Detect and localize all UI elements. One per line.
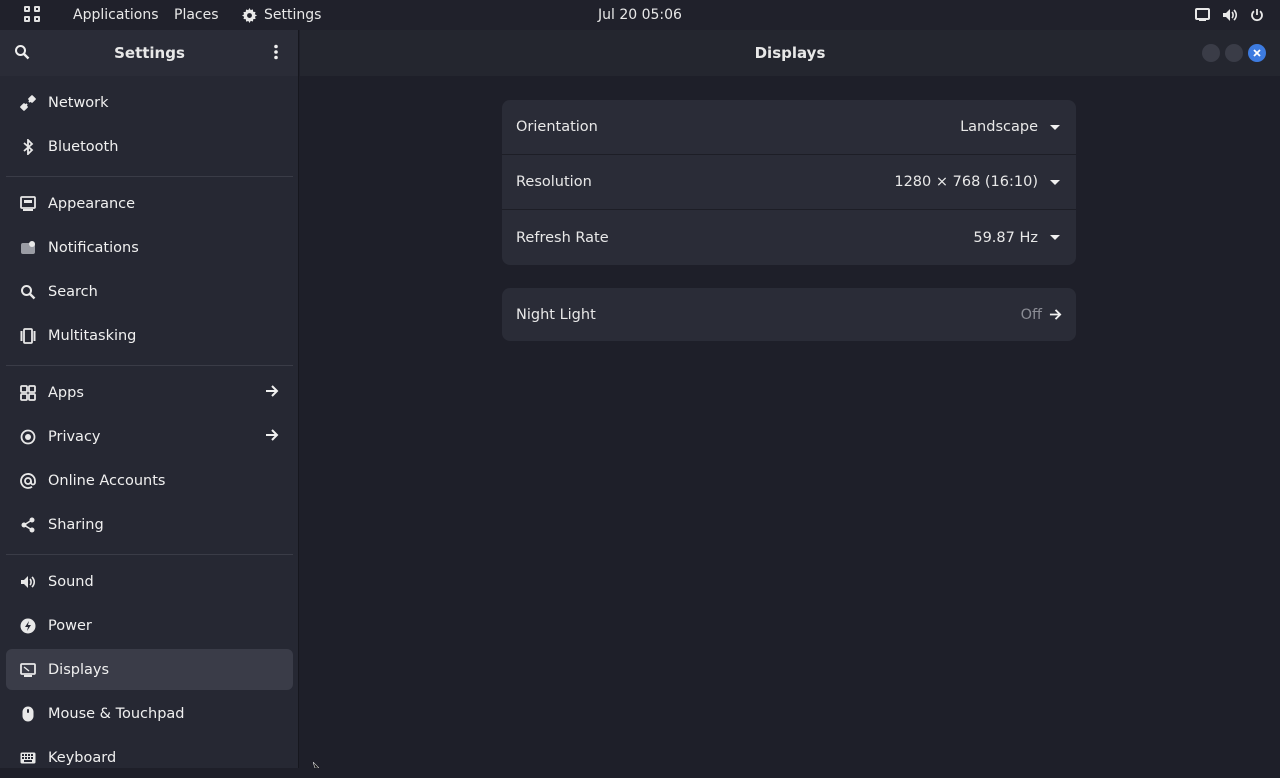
orientation-label: Orientation [516,119,598,135]
settings-sidebar: Settings Network Bluetooth Appearance No… [0,30,299,768]
window-controls [1202,44,1266,62]
display-icon [19,661,37,679]
system-tray[interactable] [1195,0,1264,30]
places-menu[interactable]: Places [174,0,219,30]
sidebar-item-online-accounts[interactable]: Online Accounts [6,460,293,501]
sidebar-item-label: Network [48,94,109,111]
night-light-card: Night Light Off [502,288,1076,341]
dropdown-arrow-icon [1050,235,1060,240]
sidebar-item-label: Mouse & Touchpad [48,705,185,722]
applications-menu[interactable]: Applications [73,0,159,30]
keyboard-icon [19,749,37,767]
night-light-label: Night Light [516,306,596,323]
power-icon[interactable] [1250,8,1264,22]
orientation-row[interactable]: Orientation Landscape [502,100,1076,155]
resolution-label: Resolution [516,174,592,190]
top-bar: Applications Places Settings Jul 20 05:0… [0,0,1280,30]
refresh-rate-value: 59.87 Hz [973,229,1038,246]
sidebar-item-label: Sharing [48,516,104,533]
notifications-icon [19,239,37,257]
appearance-icon [19,195,37,213]
orientation-value: Landscape [960,119,1038,135]
at-icon [19,472,37,490]
places-menu-label: Places [174,7,219,23]
sidebar-item-label: Online Accounts [48,472,166,489]
sidebar-item-sharing[interactable]: Sharing [6,504,293,545]
sidebar-item-network[interactable]: Network [6,82,293,123]
dropdown-arrow-icon [1050,180,1060,185]
close-icon [1253,49,1261,57]
network-icon [19,94,37,112]
night-light-status: Off [1020,306,1042,323]
display-settings-card: Orientation Landscape Resolution 1280 × … [502,100,1076,265]
maximize-button[interactable] [1225,44,1243,62]
clock[interactable]: Jul 20 05:06 [598,7,682,23]
sidebar-item-label: Keyboard [48,749,117,766]
refresh-rate-label: Refresh Rate [516,229,609,246]
mouse-cursor-icon [313,762,319,768]
kebab-menu-icon[interactable] [272,44,280,60]
sidebar-item-label: Appearance [48,195,136,212]
multitasking-icon [19,327,37,345]
close-button[interactable] [1248,44,1266,62]
sidebar-item-search[interactable]: Search [6,271,293,312]
apps-icon [19,384,37,402]
sidebar-divider [6,365,293,366]
sidebar-item-mouse-touchpad[interactable]: Mouse & Touchpad [6,693,293,734]
sidebar-item-label: Apps [48,384,84,401]
main-header: Displays [300,30,1280,76]
settings-app-menu[interactable]: Settings [242,0,321,30]
sidebar-divider [6,554,293,555]
sound-icon [19,573,37,591]
minimize-button[interactable] [1202,44,1220,62]
sidebar-item-sound[interactable]: Sound [6,561,293,602]
sidebar-item-bluetooth[interactable]: Bluetooth [6,126,293,167]
sidebar-divider [6,176,293,177]
settings-app-menu-label: Settings [264,7,322,23]
page-title: Displays [754,44,826,62]
applications-menu-label: Applications [73,7,159,23]
bluetooth-icon [19,138,37,156]
sidebar-item-label: Search [48,283,98,300]
sidebar-item-label: Sound [48,573,94,590]
sidebar-item-label: Power [48,617,92,634]
sidebar-item-appearance[interactable]: Appearance [6,183,293,224]
screen-icon[interactable] [1195,8,1210,22]
sidebar-title: Settings [114,44,185,62]
search-icon [19,283,37,301]
mouse-icon [19,705,37,723]
sidebar-item-label: Bluetooth [48,138,119,155]
refresh-rate-row[interactable]: Refresh Rate 59.87 Hz [502,210,1076,265]
dropdown-arrow-icon [1050,125,1060,130]
night-light-row[interactable]: Night Light Off [502,288,1076,341]
sidebar-item-power[interactable]: Power [6,605,293,646]
sidebar-item-label: Notifications [48,239,139,256]
sidebar-item-keyboard[interactable]: Keyboard [6,737,293,778]
power-icon [19,617,37,635]
sidebar-item-multitasking[interactable]: Multitasking [6,315,293,356]
arrow-right-icon [266,429,279,441]
sidebar-item-label: Privacy [48,428,101,445]
share-icon [19,516,37,534]
resolution-value: 1280 × 768 (16:10) [894,174,1038,190]
sidebar-item-privacy[interactable]: Privacy [6,416,293,457]
sidebar-item-apps[interactable]: Apps [6,372,293,413]
app-grid-icon[interactable] [24,6,42,24]
resolution-row[interactable]: Resolution 1280 × 768 (16:10) [502,155,1076,210]
sidebar-item-label: Displays [48,661,110,678]
arrow-right-icon [1049,309,1062,320]
sidebar-header: Settings [0,30,298,76]
privacy-icon [19,428,37,446]
arrow-right-icon [266,385,279,397]
gear-icon [242,7,257,23]
main-panel: Displays Orientation Landscape Resolutio… [300,30,1280,768]
sidebar-item-label: Multitasking [48,327,137,344]
sidebar-item-displays[interactable]: Displays [6,649,293,690]
volume-icon[interactable] [1222,8,1238,22]
sidebar-item-notifications[interactable]: Notifications [6,227,293,268]
